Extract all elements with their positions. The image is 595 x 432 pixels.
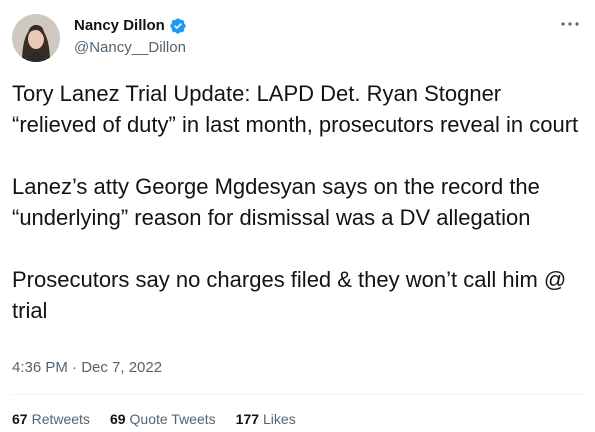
display-name[interactable]: Nancy Dillon bbox=[74, 16, 165, 36]
likes-label: Likes bbox=[263, 411, 296, 427]
name-row: Nancy Dillon bbox=[74, 16, 187, 36]
retweets-label: Retweets bbox=[31, 411, 90, 427]
quote-tweets-stat[interactable]: 69 Quote Tweets bbox=[110, 410, 216, 428]
tweet-paragraph: Prosecutors say no charges filed & they … bbox=[12, 267, 567, 323]
retweets-count: 67 bbox=[12, 411, 28, 427]
more-options-icon[interactable] bbox=[559, 14, 581, 34]
tweet-paragraph: Lanez’s atty George Mgdesyan says on the… bbox=[12, 174, 540, 230]
tweet-text: Tory Lanez Trial Update: LAPD Det. Ryan … bbox=[12, 78, 587, 326]
engagement-stats: 67 Retweets 69 Quote Tweets 177 Likes bbox=[12, 410, 296, 428]
avatar[interactable] bbox=[12, 14, 60, 62]
quote-tweets-label: Quote Tweets bbox=[129, 411, 216, 427]
divider bbox=[12, 394, 583, 395]
tweet-card: Nancy Dillon @Nancy__Dillon Tory Lanez T… bbox=[0, 0, 595, 432]
likes-count: 177 bbox=[235, 411, 260, 427]
avatar-image bbox=[12, 14, 60, 62]
tweet-timestamp[interactable]: 4:36 PM · Dec 7, 2022 bbox=[12, 358, 162, 378]
retweets-stat[interactable]: 67 Retweets bbox=[12, 410, 90, 428]
quote-tweets-count: 69 bbox=[109, 411, 126, 427]
user-handle[interactable]: @Nancy__Dillon bbox=[74, 38, 186, 58]
tweet-paragraph: Tory Lanez Trial Update: LAPD Det. Ryan … bbox=[12, 81, 579, 137]
verified-badge-icon bbox=[169, 17, 187, 35]
likes-stat[interactable]: 177 Likes bbox=[236, 410, 296, 428]
